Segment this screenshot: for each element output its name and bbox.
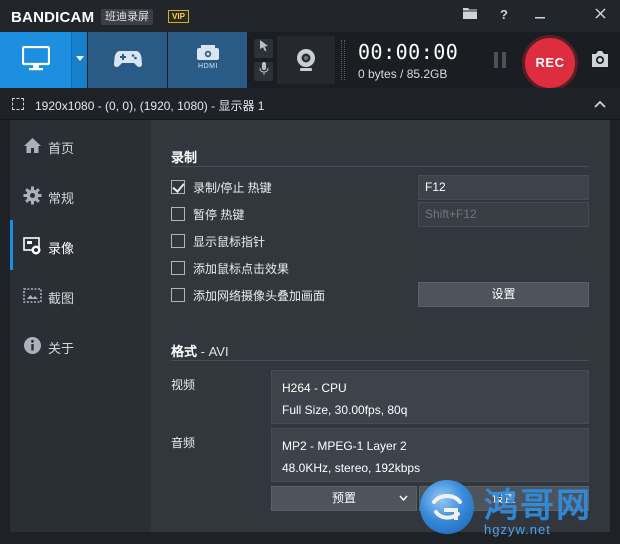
webcam-settings-button[interactable]: 设置	[418, 282, 589, 307]
chevron-up-icon[interactable]	[594, 97, 608, 109]
image-icon	[23, 288, 42, 303]
watermark-text: 鸿哥网	[484, 486, 592, 526]
webcam-icon	[297, 49, 315, 71]
record-section-title: 录制	[171, 150, 198, 165]
video-codec-text: H264 - CPU	[282, 381, 347, 395]
cursor-capture-icon[interactable]	[254, 39, 273, 58]
close-icon[interactable]	[590, 6, 610, 24]
separator-dots	[341, 40, 345, 80]
pause-hotkey-input[interactable]: Shift+F12	[418, 202, 589, 227]
webcam-overlay-label: 添加网络摄像头叠加画面	[193, 289, 326, 303]
sidebar-item-label: 常规	[48, 191, 75, 206]
vip-badge[interactable]: VIP	[168, 10, 189, 23]
pause-hotkey-checkbox[interactable]	[171, 207, 185, 221]
gear-icon	[23, 186, 42, 205]
sidebar-item-label: 截图	[48, 291, 75, 306]
sidebar-item-label: 录像	[48, 241, 75, 256]
video-settings-panel: 录制 录制/停止 热键 F12 暂停 热键 Shift+F12 显示鼠标指针 添…	[151, 120, 610, 532]
record-hotkey-input[interactable]: F12	[418, 175, 589, 200]
file-size-text: 0 bytes / 85.2GB	[358, 67, 448, 81]
video-quality-text: Full Size, 30.00fps, 80q	[282, 403, 408, 417]
rec-button[interactable]: REC	[522, 35, 578, 91]
sidebar: 首页 常规 录像 截图 关于	[10, 120, 151, 532]
format-name: - AVI	[200, 344, 229, 359]
click-effect-checkbox[interactable]	[171, 261, 185, 275]
preset-dropdown-button[interactable]: 预置	[271, 486, 417, 511]
help-icon[interactable]: ?	[494, 6, 514, 24]
pause-bar-right	[502, 52, 506, 68]
hdmi-mode-button[interactable]: HDMI	[167, 32, 247, 88]
pause-hotkey-label: 暂停 热键	[193, 208, 245, 222]
sidebar-item-about[interactable]: 关于	[10, 320, 151, 370]
section-divider	[171, 166, 589, 167]
show-cursor-label: 显示鼠标指针	[193, 235, 266, 249]
video-format-label: 视频	[171, 378, 196, 392]
webcam-overlay-checkbox[interactable]	[171, 288, 185, 302]
sidebar-item-general[interactable]: 常规	[10, 170, 151, 220]
toolbar: HDMI 00:00:00 0 bytes / 85.2GB REC	[0, 32, 620, 91]
hdmi-device-icon	[197, 45, 219, 60]
brand-text-right: CAM	[59, 9, 95, 26]
video-record-icon	[23, 237, 41, 255]
hdmi-label: HDMI	[198, 63, 218, 70]
game-mode-button[interactable]	[87, 32, 167, 88]
webcam-button[interactable]	[277, 36, 335, 84]
monitor-icon	[22, 46, 50, 71]
show-cursor-checkbox[interactable]	[171, 234, 185, 248]
section-divider	[171, 360, 589, 361]
watermark-logo-icon	[420, 480, 474, 534]
site-watermark: 鸿哥网 hgzyw.net	[420, 474, 620, 544]
sidebar-item-label: 关于	[48, 341, 75, 356]
record-hotkey-label: 录制/停止 热键	[193, 181, 272, 195]
selection-area-icon	[12, 98, 24, 110]
format-title-text: 格式	[171, 344, 198, 359]
screen-mode-button[interactable]	[0, 32, 71, 88]
title-bar: BANDICAM 班迪录屏 VIP ?	[0, 0, 620, 32]
sidebar-item-home[interactable]: 首页	[10, 120, 151, 170]
brand-text-left: BANDI	[11, 9, 60, 26]
info-icon	[24, 337, 41, 354]
pause-bar-left	[494, 52, 498, 68]
minimize-icon[interactable]	[530, 6, 550, 24]
app-logo: BANDICAM	[11, 9, 94, 26]
record-hotkey-checkbox[interactable]	[171, 180, 185, 194]
screen-mode-dropdown[interactable]	[71, 32, 87, 88]
active-indicator	[10, 220, 13, 270]
pause-button[interactable]	[492, 52, 508, 68]
audio-codec-text: MP2 - MPEG-1 Layer 2	[282, 439, 407, 453]
selection-bar: 1920x1080 - (0, 0), (1920, 1080) - 显示器 1	[0, 88, 620, 120]
home-icon	[24, 138, 41, 153]
sidebar-item-video[interactable]: 录像	[10, 220, 151, 270]
sidebar-item-screenshot[interactable]: 截图	[10, 270, 151, 320]
brand-cn-badge: 班迪录屏	[101, 9, 153, 25]
chevron-down-icon	[76, 56, 84, 61]
gamepad-icon	[114, 51, 142, 68]
audio-format-label: 音频	[171, 436, 196, 450]
microphone-icon[interactable]	[254, 62, 273, 81]
screenshot-camera-icon[interactable]	[590, 51, 612, 69]
watermark-url: hgzyw.net	[484, 522, 551, 537]
video-format-box[interactable]: H264 - CPU Full Size, 30.00fps, 80q	[271, 370, 589, 424]
selection-text: 1920x1080 - (0, 0), (1920, 1080) - 显示器 1	[35, 99, 265, 113]
click-effect-label: 添加鼠标点击效果	[193, 262, 290, 276]
sidebar-item-label: 首页	[48, 141, 75, 156]
preset-label: 预置	[331, 491, 356, 505]
chevron-down-icon	[399, 495, 408, 501]
folder-icon[interactable]	[460, 6, 480, 24]
record-timer: 00:00:00	[358, 40, 459, 64]
capture-options	[251, 32, 275, 88]
format-section-title: 格式 - AVI	[171, 341, 229, 360]
